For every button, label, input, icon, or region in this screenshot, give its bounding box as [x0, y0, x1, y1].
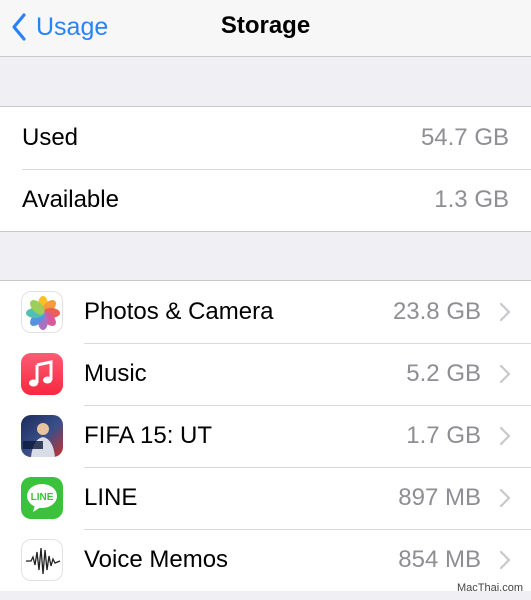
chevron-right-icon	[499, 550, 511, 570]
app-row-photos[interactable]: Photos & Camera 23.8 GB	[0, 281, 531, 343]
voice-memos-icon	[21, 539, 63, 581]
available-label: Available	[22, 186, 119, 213]
available-row: Available 1.3 GB	[0, 169, 531, 231]
app-name: FIFA 15: UT	[84, 422, 213, 449]
app-row-fifa[interactable]: FIFA 15: UT 1.7 GB	[0, 405, 531, 467]
app-size: 1.7 GB	[406, 422, 481, 449]
watermark: MacThai.com	[456, 582, 523, 594]
app-row-music[interactable]: Music 5.2 GB	[0, 343, 531, 405]
music-icon	[21, 353, 63, 395]
chevron-right-icon	[499, 364, 511, 384]
app-row-line[interactable]: LINE LINE 897 MB	[0, 467, 531, 529]
app-size: 854 MB	[398, 546, 481, 573]
used-row: Used 54.7 GB	[0, 107, 531, 169]
app-size: 5.2 GB	[406, 360, 481, 387]
app-name: Music	[84, 360, 147, 387]
chevron-right-icon	[499, 426, 511, 446]
app-name: LINE	[84, 484, 138, 511]
app-name: Photos & Camera	[84, 298, 274, 325]
app-size: 23.8 GB	[392, 298, 481, 325]
used-value: 54.7 GB	[420, 124, 509, 151]
line-icon: LINE	[21, 477, 63, 519]
used-label: Used	[22, 124, 79, 151]
photos-icon	[21, 291, 63, 333]
chevron-right-icon	[499, 488, 511, 508]
storage-summary-group: Used 54.7 GB Available 1.3 GB	[0, 106, 531, 232]
fifa-icon	[21, 415, 63, 457]
svg-text:LINE: LINE	[31, 492, 54, 503]
page-title: Storage	[220, 12, 311, 39]
chevron-right-icon	[499, 302, 511, 322]
available-value: 1.3 GB	[434, 186, 509, 213]
app-size: 897 MB	[398, 484, 481, 511]
app-name: Voice Memos	[84, 546, 229, 573]
app-row-voice-memos[interactable]: Voice Memos 854 MB	[0, 529, 531, 591]
app-storage-list: Photos & Camera 23.8 GB Music 5.2 GB FIF…	[0, 280, 531, 591]
navigation-bar: Usage Storage	[0, 0, 531, 57]
